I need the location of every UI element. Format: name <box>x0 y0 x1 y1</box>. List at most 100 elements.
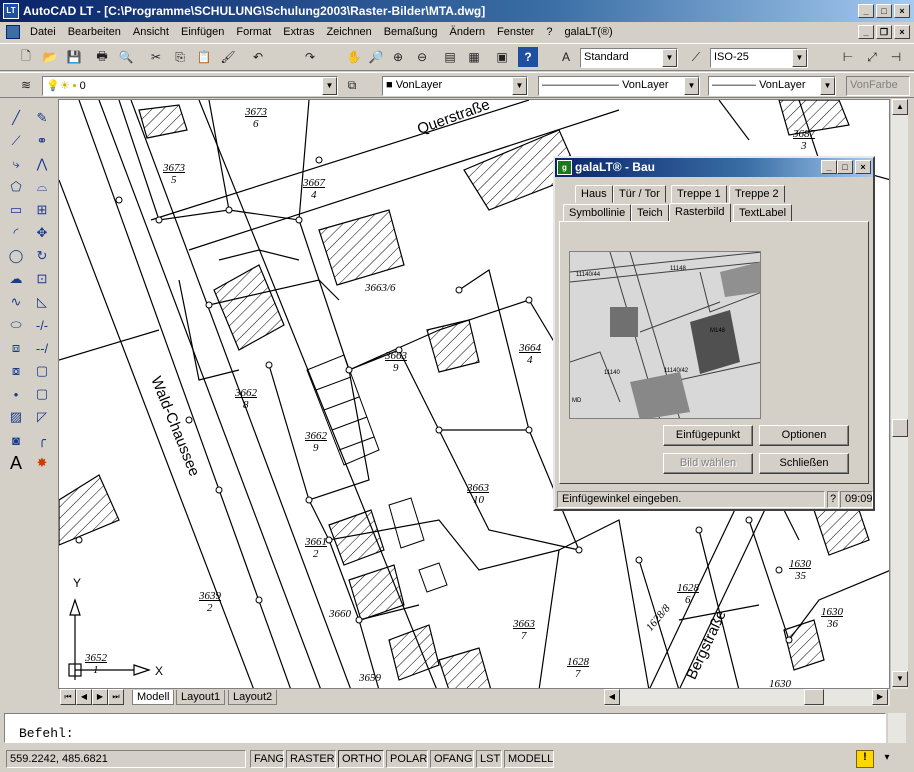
match-properties-icon[interactable]: 🖌 <box>218 47 238 67</box>
erase-icon[interactable]: ✎ <box>31 107 53 129</box>
chevron-down-icon[interactable]: ▼ <box>662 49 677 67</box>
offset-icon[interactable]: ⌓ <box>31 176 53 198</box>
xline-icon[interactable]: ⟋ <box>5 130 27 152</box>
tab-modell[interactable]: Modell <box>132 690 175 705</box>
copy-object-icon[interactable]: ⚭ <box>31 130 53 152</box>
toolpalette-icon[interactable]: ▣ <box>492 47 512 67</box>
scroll-thumb[interactable] <box>892 419 908 437</box>
hscroll-thumb[interactable] <box>804 689 824 705</box>
tab-teich[interactable]: Teich <box>631 204 669 222</box>
ortho-toggle[interactable]: ORTHO <box>338 750 384 768</box>
menu-bearbeiten[interactable]: Bearbeiten <box>62 26 127 38</box>
point-icon[interactable]: • <box>5 383 27 405</box>
stretch-icon[interactable]: ◺ <box>31 291 53 313</box>
textstyle-select[interactable]: Standard ▼ <box>580 48 678 68</box>
options-button[interactable]: Optionen <box>759 425 849 446</box>
dim-edit-icon[interactable]: ⊣ <box>886 47 906 67</box>
snap-toggle[interactable]: FANG <box>250 750 284 768</box>
prev-tab-icon[interactable]: ◀ <box>76 689 92 705</box>
close-dialog-button[interactable]: Schließen <box>759 453 849 474</box>
polar-toggle[interactable]: POLAR <box>386 750 428 768</box>
polygon-icon[interactable]: ⬠ <box>5 176 27 198</box>
rectangle-icon[interactable]: ▭ <box>5 199 27 221</box>
layer-manager-icon[interactable]: ≋ <box>16 75 36 95</box>
move-icon[interactable]: ✥ <box>31 222 53 244</box>
tab-treppe-2[interactable]: Treppe 2 <box>729 185 785 203</box>
dialog-minimize-button[interactable]: _ <box>821 160 837 174</box>
lineweight-toggle[interactable]: LST <box>476 750 502 768</box>
tab-layout1[interactable]: Layout1 <box>176 690 226 705</box>
align-icon[interactable]: ⤢ <box>862 47 882 67</box>
doc-close-button[interactable]: × <box>894 25 910 39</box>
designcenter-icon[interactable]: ▦ <box>464 47 484 67</box>
arc-icon[interactable]: ◜ <box>5 222 27 244</box>
vertical-scrollbar[interactable]: ▲ ▼ <box>890 99 908 689</box>
tab-rasterbild[interactable]: Rasterbild <box>669 203 731 222</box>
document-icon[interactable] <box>6 24 20 39</box>
menu-extras[interactable]: Extras <box>277 26 320 38</box>
chevron-down-icon[interactable]: ▼ <box>322 77 337 95</box>
print-icon[interactable]: 🖶 <box>92 47 112 67</box>
chevron-down-icon[interactable]: ▼ <box>512 77 527 95</box>
fillet-icon[interactable]: ╭ <box>31 429 53 451</box>
paste-icon[interactable]: 📋 <box>194 47 214 67</box>
tab-textlabel[interactable]: TextLabel <box>733 204 793 222</box>
new-icon[interactable]: 🗋 <box>16 47 36 67</box>
menu-aendern[interactable]: Ändern <box>444 26 491 38</box>
dialog-help-button[interactable]: ? <box>827 491 839 508</box>
pan-icon[interactable]: ✋ <box>344 47 364 67</box>
osnap-toggle[interactable]: OFANG <box>430 750 474 768</box>
chevron-down-icon[interactable]: ▼ <box>792 49 807 67</box>
open-icon[interactable]: 📂 <box>40 47 60 67</box>
mirror-icon[interactable]: ⋀ <box>31 153 53 175</box>
dimstyle-select[interactable]: ISO-25 ▼ <box>710 48 808 68</box>
array-icon[interactable]: ⊞ <box>31 199 53 221</box>
dialog-close-button[interactable]: × <box>855 160 871 174</box>
linetype-select[interactable]: ——————— VonLayer ▼ <box>538 76 700 96</box>
help-icon[interactable]: ? <box>518 47 538 67</box>
menu-galalt[interactable]: galaLT(®) <box>558 26 618 38</box>
trim-icon[interactable]: -/- <box>31 314 53 336</box>
menu-fenster[interactable]: Fenster <box>491 26 540 38</box>
insert-point-button[interactable]: Einfügepunkt <box>663 425 753 446</box>
menu-zeichnen[interactable]: Zeichnen <box>320 26 377 38</box>
measure-icon[interactable]: ⊢ <box>838 47 858 67</box>
line-icon[interactable]: ╱ <box>5 107 27 129</box>
model-toggle[interactable]: MODELL <box>504 750 554 768</box>
grid-toggle[interactable]: RASTER <box>286 750 336 768</box>
first-tab-icon[interactable]: ⏮ <box>60 689 76 705</box>
next-tab-icon[interactable]: ▶ <box>92 689 108 705</box>
coordinates-display[interactable]: 559.2242, 485.6821 <box>6 750 246 768</box>
horizontal-scrollbar[interactable]: ◀ ▶ <box>604 689 890 706</box>
zoom-window-icon[interactable]: ⊕ <box>388 47 408 67</box>
make-block-icon[interactable]: ⧇ <box>5 360 27 382</box>
undo-icon[interactable]: ↶ <box>248 47 268 67</box>
menu-ansicht[interactable]: Ansicht <box>127 26 175 38</box>
make-current-layer-icon[interactable]: ⧉ <box>342 75 362 95</box>
autocad-app-icon[interactable]: LT <box>3 3 19 19</box>
circle-icon[interactable]: ◯ <box>5 245 27 267</box>
dialog-maximize-button[interactable]: □ <box>837 160 853 174</box>
ellipse-icon[interactable]: ⬭ <box>5 314 27 336</box>
chevron-down-icon[interactable]: ▼ <box>820 77 835 95</box>
revcloud-icon[interactable]: ☁ <box>5 268 27 290</box>
extend-icon[interactable]: --/ <box>31 337 53 359</box>
color-select[interactable]: ■ VonLayer ▼ <box>382 76 528 96</box>
chamfer-icon[interactable]: ◸ <box>31 406 53 428</box>
scale-icon[interactable]: ⊡ <box>31 268 53 290</box>
menu-help[interactable]: ? <box>540 26 558 38</box>
properties-icon[interactable]: ▤ <box>440 47 460 67</box>
tab-symbollinie[interactable]: Symbollinie <box>563 204 632 222</box>
menu-einfuegen[interactable]: Einfügen <box>175 26 230 38</box>
layer-select[interactable]: 💡☀ ▪ 0 ▼ <box>42 76 338 96</box>
copy-icon[interactable]: ⎘ <box>170 47 190 67</box>
insert-block-icon[interactable]: ⧈ <box>5 337 27 359</box>
menu-format[interactable]: Format <box>230 26 277 38</box>
title-bar[interactable]: LT AutoCAD LT - [C:\Programme\SCHULUNG\S… <box>0 0 914 22</box>
tab-layout2[interactable]: Layout2 <box>228 690 278 705</box>
break-at-point-icon[interactable]: ▢ <box>31 383 53 405</box>
doc-minimize-button[interactable]: _ <box>858 25 874 39</box>
preview-icon[interactable]: 🔍 <box>116 47 136 67</box>
zoom-previous-icon[interactable]: ⊖ <box>412 47 432 67</box>
explode-icon[interactable]: ✸ <box>31 452 53 474</box>
